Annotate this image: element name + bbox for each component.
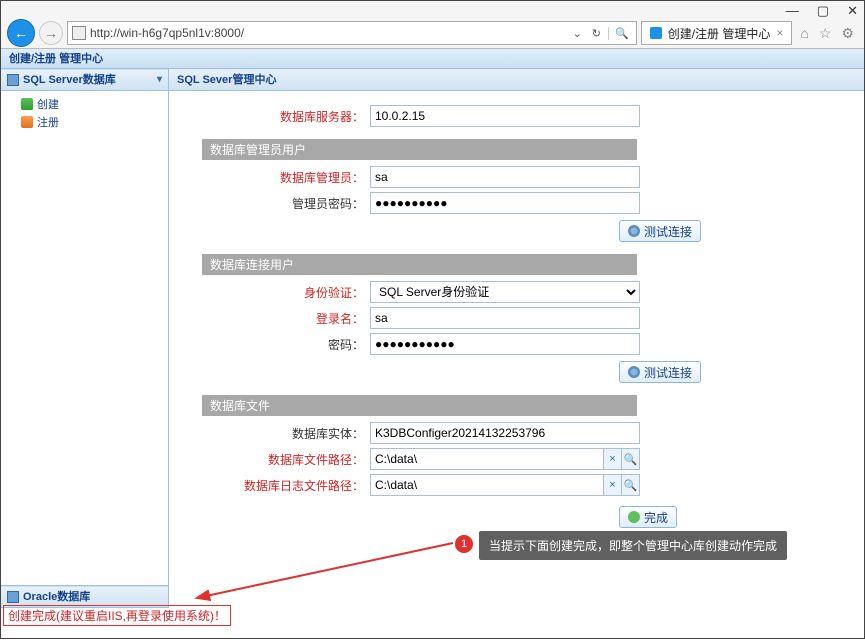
input-db-admin[interactable] bbox=[370, 166, 640, 188]
gear-icon bbox=[628, 366, 640, 378]
sidebar-item-register[interactable]: 注册 bbox=[7, 113, 162, 131]
label-login: 登录名： bbox=[199, 310, 364, 327]
label-db-admin: 数据库管理员： bbox=[199, 169, 364, 186]
input-db-filepath[interactable] bbox=[371, 449, 603, 469]
status-highlight-box: 创建完成(建议重启IIS,再登录使用系统)！ bbox=[3, 605, 231, 626]
clear-path-button[interactable]: × bbox=[603, 449, 621, 469]
button-label: 完成 bbox=[644, 509, 668, 526]
button-label: 测试连接 bbox=[644, 223, 692, 240]
create-icon bbox=[21, 98, 33, 110]
input-db-logpath[interactable] bbox=[371, 475, 603, 495]
database-icon bbox=[7, 74, 19, 86]
section-admin-title: 数据库管理员用户 bbox=[202, 139, 637, 160]
settings-gear-icon[interactable]: ⚙ bbox=[841, 25, 854, 42]
arrow-right-icon: → bbox=[44, 25, 58, 41]
content-area: SQL Sever管理中心 数据库服务器： 数据库管理员用户 数据库管理员： 管… bbox=[169, 69, 864, 608]
content-title: SQL Sever管理中心 bbox=[177, 74, 276, 86]
select-auth[interactable]: SQL Server身份验证 bbox=[370, 281, 640, 303]
sidebar-item-create[interactable]: 创建 bbox=[7, 95, 162, 113]
panel-title: SQL Server数据库 bbox=[23, 69, 116, 91]
sidebar-tree: 创建 注册 bbox=[1, 91, 168, 586]
label-admin-password: 管理员密码： bbox=[199, 195, 364, 212]
button-label: 测试连接 bbox=[644, 364, 692, 381]
annotation-text: 当提示下面创建完成，即整个管理中心库创建动作完成 bbox=[489, 537, 777, 554]
browse-path-button[interactable]: 🔍 bbox=[621, 449, 639, 469]
browse-logpath-button[interactable]: 🔍 bbox=[621, 475, 639, 495]
register-icon bbox=[21, 116, 33, 128]
database-icon bbox=[7, 591, 19, 603]
test-connection-button[interactable]: 测试连接 bbox=[619, 220, 701, 242]
window-controls: — ▢ ✕ bbox=[786, 3, 858, 19]
finish-button[interactable]: 完成 bbox=[619, 506, 677, 528]
sidebar-panel-sqlserver[interactable]: SQL Server数据库 ▾ bbox=[1, 69, 168, 91]
nav-back-button[interactable]: ← bbox=[7, 19, 35, 47]
label-auth: 身份验证： bbox=[199, 284, 364, 301]
status-text: 创建完成(建议重启IIS,再登录使用系统)！ bbox=[8, 609, 226, 623]
home-icon[interactable]: ⌂ bbox=[800, 25, 808, 42]
label-db-filepath: 数据库文件路径： bbox=[199, 451, 364, 468]
gear-icon bbox=[628, 225, 640, 237]
test-connection-button-2[interactable]: 测试连接 bbox=[619, 361, 701, 383]
collapse-icon[interactable]: ▾ bbox=[157, 69, 162, 91]
favicon-icon bbox=[650, 27, 662, 39]
maximize-button[interactable]: ▢ bbox=[817, 3, 829, 19]
sidebar: SQL Server数据库 ▾ 创建 注册 Oracle数据库 bbox=[1, 69, 169, 608]
annotation-number: 1 bbox=[461, 538, 467, 550]
close-window-button[interactable]: ✕ bbox=[847, 3, 858, 19]
app-title: 创建/注册 管理中心 bbox=[9, 53, 103, 65]
tab-close-icon[interactable]: × bbox=[776, 26, 783, 40]
content-title-bar: SQL Sever管理中心 bbox=[169, 69, 864, 91]
tree-item-label: 创建 bbox=[37, 96, 59, 112]
label-password: 密码： bbox=[199, 336, 364, 353]
label-db-logpath: 数据库日志文件路径： bbox=[199, 477, 364, 494]
annotation-tooltip: 当提示下面创建完成，即整个管理中心库创建动作完成 bbox=[479, 531, 787, 560]
browser-chrome: — ▢ ✕ ← → http://win-h6g7qp5nl1v:8000/ ⌄… bbox=[1, 1, 864, 49]
label-db-entity: 数据库实体： bbox=[199, 425, 364, 442]
favorites-icon[interactable]: ☆ bbox=[819, 25, 832, 42]
label-db-server: 数据库服务器： bbox=[199, 108, 364, 125]
input-db-server[interactable] bbox=[370, 105, 640, 127]
browser-tab[interactable]: 创建/注册 管理中心 × bbox=[641, 21, 793, 45]
input-password[interactable] bbox=[370, 333, 640, 355]
clear-logpath-button[interactable]: × bbox=[603, 475, 621, 495]
url-text[interactable]: http://win-h6g7qp5nl1v:8000/ bbox=[90, 26, 566, 40]
input-login[interactable] bbox=[370, 307, 640, 329]
check-icon bbox=[628, 511, 640, 523]
nav-forward-button[interactable]: → bbox=[39, 21, 63, 45]
tab-title: 创建/注册 管理中心 bbox=[668, 25, 771, 42]
tree-item-label: 注册 bbox=[37, 114, 59, 130]
section-files-title: 数据库文件 bbox=[202, 395, 637, 416]
refresh-icon[interactable]: ↻ bbox=[589, 27, 604, 40]
input-admin-password[interactable] bbox=[370, 192, 640, 214]
search-icon[interactable]: 🔍 bbox=[608, 27, 632, 40]
address-bar[interactable]: http://win-h6g7qp5nl1v:8000/ ⌄ ↻ 🔍 bbox=[67, 21, 637, 45]
page-icon bbox=[72, 26, 86, 40]
minimize-button[interactable]: — bbox=[786, 3, 799, 19]
section-conn-title: 数据库连接用户 bbox=[202, 254, 637, 275]
url-dropdown-icon[interactable]: ⌄ bbox=[570, 27, 585, 40]
app-title-bar: 创建/注册 管理中心 bbox=[1, 49, 864, 69]
arrow-left-icon: ← bbox=[14, 25, 28, 41]
annotation-number-badge: 1 bbox=[455, 535, 473, 553]
input-db-entity[interactable] bbox=[370, 422, 640, 444]
